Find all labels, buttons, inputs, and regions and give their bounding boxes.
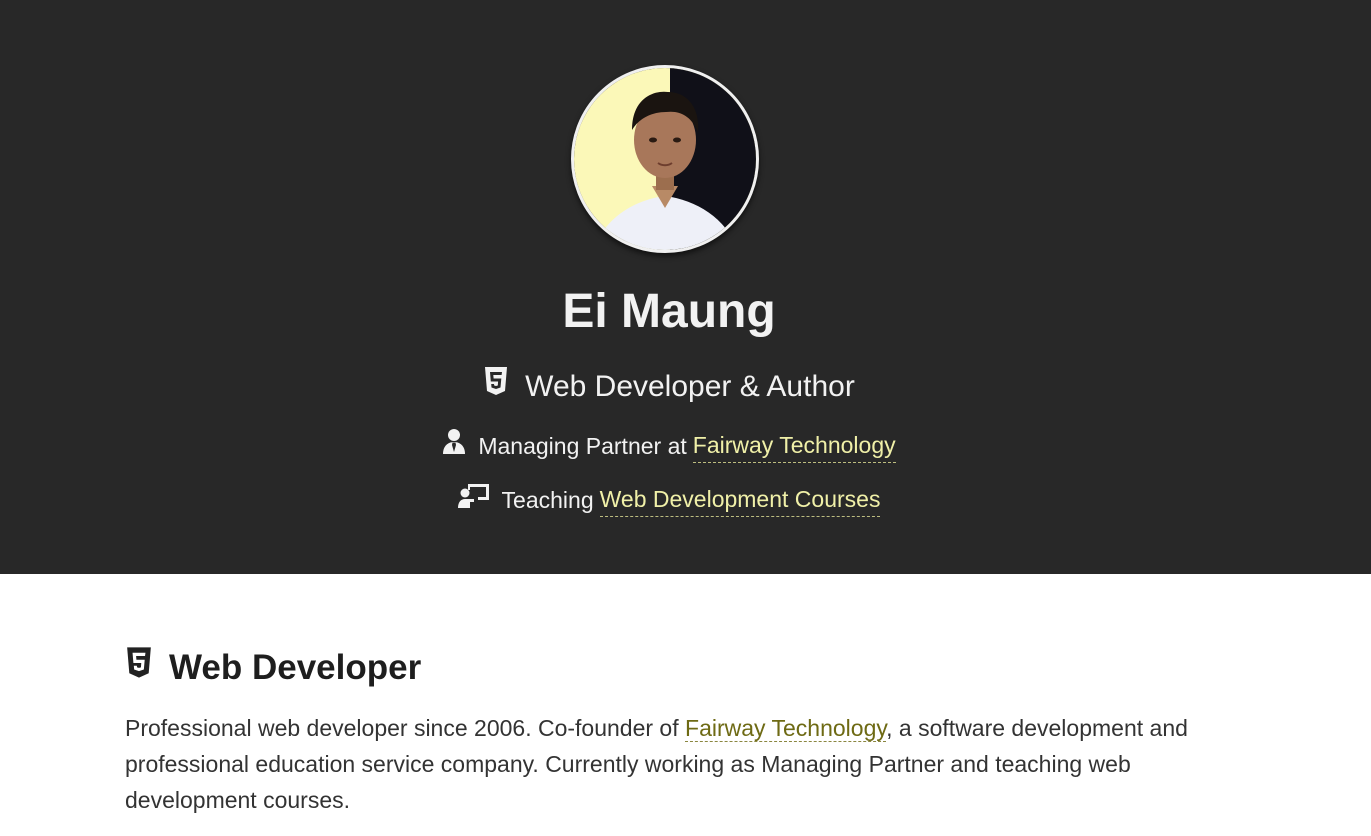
managing-partner-line: Managing Partner at Fairway Technology xyxy=(0,428,1338,463)
fairway-technology-link[interactable]: Fairway Technology xyxy=(692,428,896,463)
html5-icon xyxy=(483,366,509,407)
profile-header: Ei Maung Web Developer & Author Managing… xyxy=(0,0,1371,574)
section-description: Professional web developer since 2006. C… xyxy=(125,710,1225,818)
teaching-line: Teaching Web Development Courses xyxy=(0,482,1338,517)
profile-name: Ei Maung xyxy=(562,285,776,338)
fairway-technology-body-link[interactable]: Fairway Technology xyxy=(685,715,887,742)
web-development-courses-link[interactable]: Web Development Courses xyxy=(599,482,881,517)
profile-photo xyxy=(574,68,756,250)
section-title: Web Developer xyxy=(169,648,422,687)
description-text-start: Professional web developer since 2006. C… xyxy=(125,715,686,741)
chalkboard-teacher-icon xyxy=(457,482,490,517)
avatar xyxy=(571,65,759,253)
web-developer-section: Web Developer Professional web developer… xyxy=(125,640,1225,818)
user-tie-icon xyxy=(442,428,466,463)
html5-icon xyxy=(125,640,153,696)
profile-role-text: Web Developer & Author xyxy=(525,369,855,403)
teaching-text: Teaching xyxy=(501,486,594,513)
managing-partner-text: Managing Partner at xyxy=(478,432,687,459)
section-heading: Web Developer xyxy=(125,640,1225,696)
profile-role: Web Developer & Author xyxy=(0,366,1338,407)
